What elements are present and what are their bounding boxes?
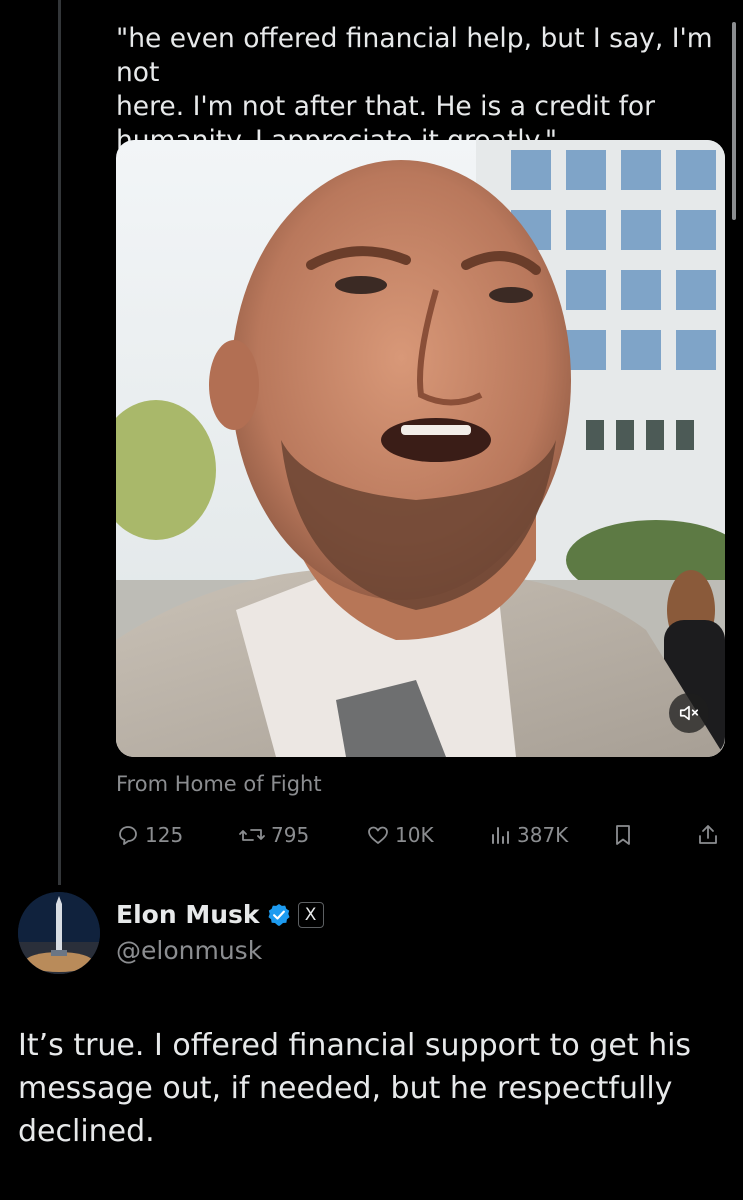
repost-icon: [239, 829, 265, 841]
rocket-avatar-image: [18, 892, 100, 974]
repost-count: 795: [271, 823, 310, 847]
author-handle[interactable]: @elonmusk: [116, 936, 262, 965]
repost-button[interactable]: 795: [238, 818, 309, 852]
views-count: 387K: [517, 823, 569, 847]
reply-button[interactable]: 125: [116, 818, 183, 852]
thread-line: [58, 0, 61, 885]
share-icon: [699, 825, 717, 844]
heart-icon: [368, 826, 388, 844]
like-count: 10K: [395, 823, 434, 847]
like-button[interactable]: 10K: [366, 818, 434, 852]
avatar[interactable]: [18, 892, 100, 974]
video-player[interactable]: [116, 140, 725, 757]
share-button[interactable]: [696, 818, 720, 852]
reply-tweet-text: It’s true. I offered financial support t…: [18, 1028, 692, 1149]
x-logo-icon[interactable]: X: [297, 901, 324, 928]
tweet-action-bar: 125 795 10K 387K: [116, 818, 728, 852]
reply-icon: [119, 826, 137, 845]
video-frame: [116, 140, 725, 757]
scrollbar[interactable]: [732, 22, 736, 220]
media-source-label[interactable]: From Home of Fight: [116, 772, 322, 796]
bookmark-icon: [616, 825, 630, 845]
mute-button[interactable]: [669, 693, 709, 733]
views-button[interactable]: 387K: [490, 818, 568, 852]
reply-count: 125: [145, 823, 184, 847]
quoted-tweet-text: "he even offered financial help, but I s…: [116, 23, 713, 156]
verified-icon: [268, 903, 290, 926]
author-name[interactable]: Elon Musk: [116, 900, 260, 929]
analytics-icon: [492, 827, 509, 844]
author-row: Elon Musk X: [116, 900, 324, 929]
volume-muted-icon: [679, 705, 699, 721]
bookmark-button[interactable]: [612, 818, 634, 852]
